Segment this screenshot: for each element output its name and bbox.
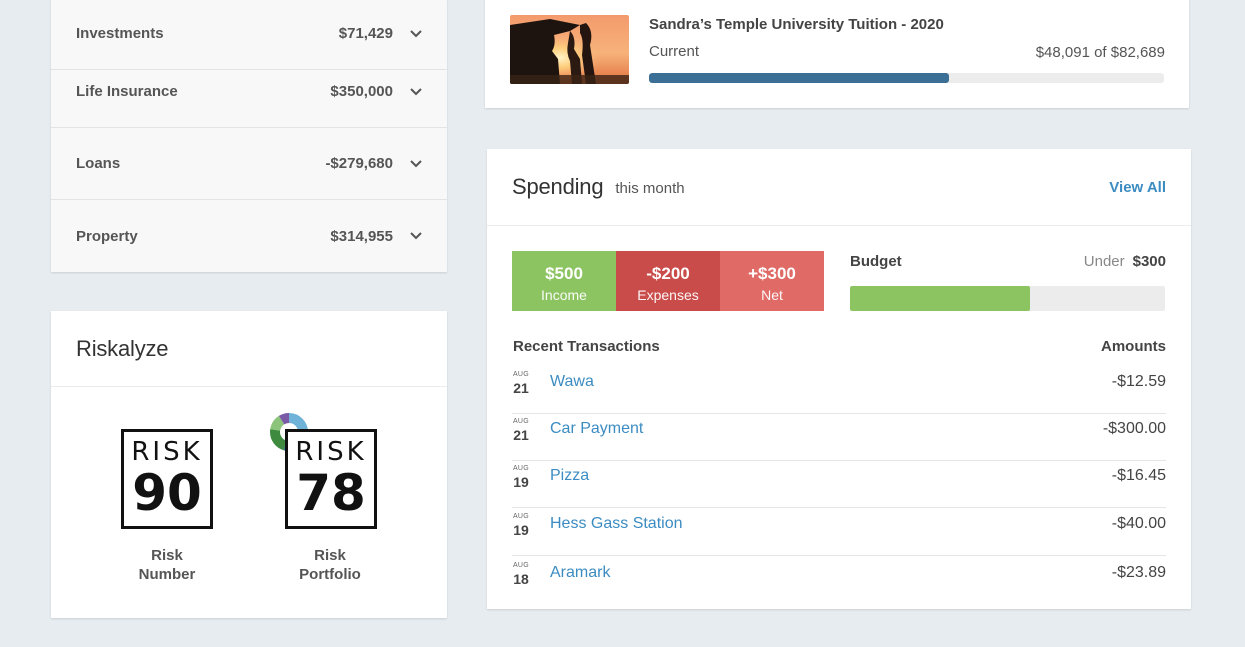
expenses-value: -$200	[646, 264, 690, 283]
chevron-down-icon[interactable]	[409, 229, 423, 243]
transaction-amount: -$300.00	[1102, 420, 1166, 437]
budget-under-value: $300	[1132, 253, 1166, 270]
goal-thumbnail-image	[510, 15, 629, 84]
risk-portfolio-label: Risk Portfolio	[270, 546, 390, 584]
riskalyze-title: Riskalyze	[76, 335, 169, 361]
account-row-loans[interactable]: Loans -$279,680	[51, 128, 447, 200]
view-all-link[interactable]: View All	[1109, 179, 1166, 196]
account-amount: $314,955	[330, 227, 393, 245]
transaction-amount: -$23.89	[1111, 564, 1166, 581]
expenses-summary[interactable]: -$200 Expenses	[616, 251, 720, 311]
riskalyze-header: Riskalyze	[51, 311, 447, 387]
goal-progress-fill	[649, 73, 949, 83]
budget-label: Budget	[850, 253, 902, 270]
income-summary[interactable]: $500 Income	[512, 251, 616, 311]
transaction-merchant-link[interactable]: Hess Gass Station	[550, 515, 683, 533]
spending-header: Spending this month View All	[487, 149, 1191, 226]
account-name: Property	[76, 227, 138, 245]
transaction-row[interactable]: AUG 21 Car Payment -$300.00	[512, 414, 1166, 461]
account-amount: $71,429	[338, 25, 393, 42]
account-row-life-insurance[interactable]: Life Insurance $350,000	[51, 56, 447, 128]
transaction-month: AUG	[512, 513, 530, 520]
chevron-down-icon[interactable]	[409, 157, 423, 171]
account-amount: -$279,680	[325, 155, 393, 172]
account-name: Investments	[76, 25, 164, 42]
transaction-day: 19	[513, 522, 529, 538]
risk-number-label-line2: Number	[138, 566, 196, 583]
budget-under: Under $300	[1084, 253, 1166, 270]
risk-word: RISK	[131, 437, 203, 467]
transaction-merchant-link[interactable]: Car Payment	[550, 420, 643, 438]
transaction-amount: -$16.45	[1111, 467, 1166, 484]
transaction-row[interactable]: AUG 19 Pizza -$16.45	[512, 461, 1166, 508]
risk-word: RISK	[295, 437, 367, 467]
spending-subtitle: this month	[615, 180, 685, 197]
amounts-header: Amounts	[1101, 338, 1166, 355]
risk-portfolio-value: 78	[296, 464, 366, 522]
risk-portfolio-label-line1: Risk	[314, 547, 346, 564]
risk-number-label-line1: Risk	[151, 547, 183, 564]
spending-card: Spending this month View All $500 Income…	[487, 149, 1191, 609]
transaction-day: 21	[513, 380, 529, 396]
goal-amount: $48,091 of $82,689	[1035, 44, 1165, 61]
account-name: Loans	[76, 155, 121, 172]
transaction-row[interactable]: AUG 19 Hess Gass Station -$40.00	[512, 509, 1166, 556]
goal-title: Sandra’s Temple University Tuition - 202…	[649, 16, 944, 33]
transaction-row[interactable]: AUG 21 Wawa -$12.59	[512, 367, 1166, 414]
risk-number-value: 90	[132, 464, 202, 522]
recent-transactions-header: Recent Transactions	[513, 338, 660, 355]
transaction-day: 18	[513, 571, 529, 587]
transaction-merchant-link[interactable]: Pizza	[550, 467, 589, 485]
chevron-down-icon[interactable]	[409, 27, 423, 41]
spending-title: Spending	[512, 174, 604, 199]
income-value: $500	[545, 264, 583, 283]
goal-progress-bar	[649, 73, 1164, 83]
transaction-month: AUG	[512, 418, 530, 425]
transaction-month: AUG	[512, 465, 530, 472]
goal-card[interactable]: Sandra’s Temple University Tuition - 202…	[485, 0, 1189, 108]
transaction-amount: -$12.59	[1111, 373, 1166, 390]
budget-progress-fill	[850, 286, 1030, 311]
account-amount: $350,000	[330, 83, 393, 100]
account-row-property[interactable]: Property $314,955	[51, 200, 447, 272]
transaction-day: 19	[513, 474, 529, 490]
net-summary[interactable]: +$300 Net	[720, 251, 824, 311]
net-value: +$300	[748, 264, 796, 283]
risk-portfolio-badge[interactable]: RISK 78	[285, 429, 377, 529]
budget-under-label: Under	[1083, 253, 1125, 270]
income-label: Income	[541, 287, 587, 303]
transaction-amount: -$40.00	[1111, 515, 1166, 532]
transaction-day: 21	[513, 427, 529, 443]
risk-portfolio-label-line2: Portfolio	[299, 566, 361, 583]
account-name: Life Insurance	[76, 83, 178, 100]
risk-number-badge[interactable]: RISK 90	[121, 429, 213, 529]
risk-number-label: Risk Number	[107, 546, 227, 584]
goal-status: Current	[649, 43, 700, 60]
transaction-month: AUG	[512, 562, 530, 569]
transaction-merchant-link[interactable]: Aramark	[550, 564, 610, 582]
transaction-merchant-link[interactable]: Wawa	[550, 373, 594, 391]
expenses-label: Expenses	[637, 287, 699, 303]
transaction-month: AUG	[512, 371, 530, 378]
accounts-card: Investments $71,429 Life Insurance $350,…	[51, 0, 447, 272]
budget-progress-bar	[850, 286, 1165, 311]
transaction-row[interactable]: AUG 18 Aramark -$23.89	[512, 558, 1166, 605]
net-label: Net	[761, 287, 783, 303]
chevron-down-icon[interactable]	[409, 85, 423, 99]
riskalyze-card: Riskalyze RISK 90 Risk Number RISK 78 Ri…	[51, 311, 447, 618]
